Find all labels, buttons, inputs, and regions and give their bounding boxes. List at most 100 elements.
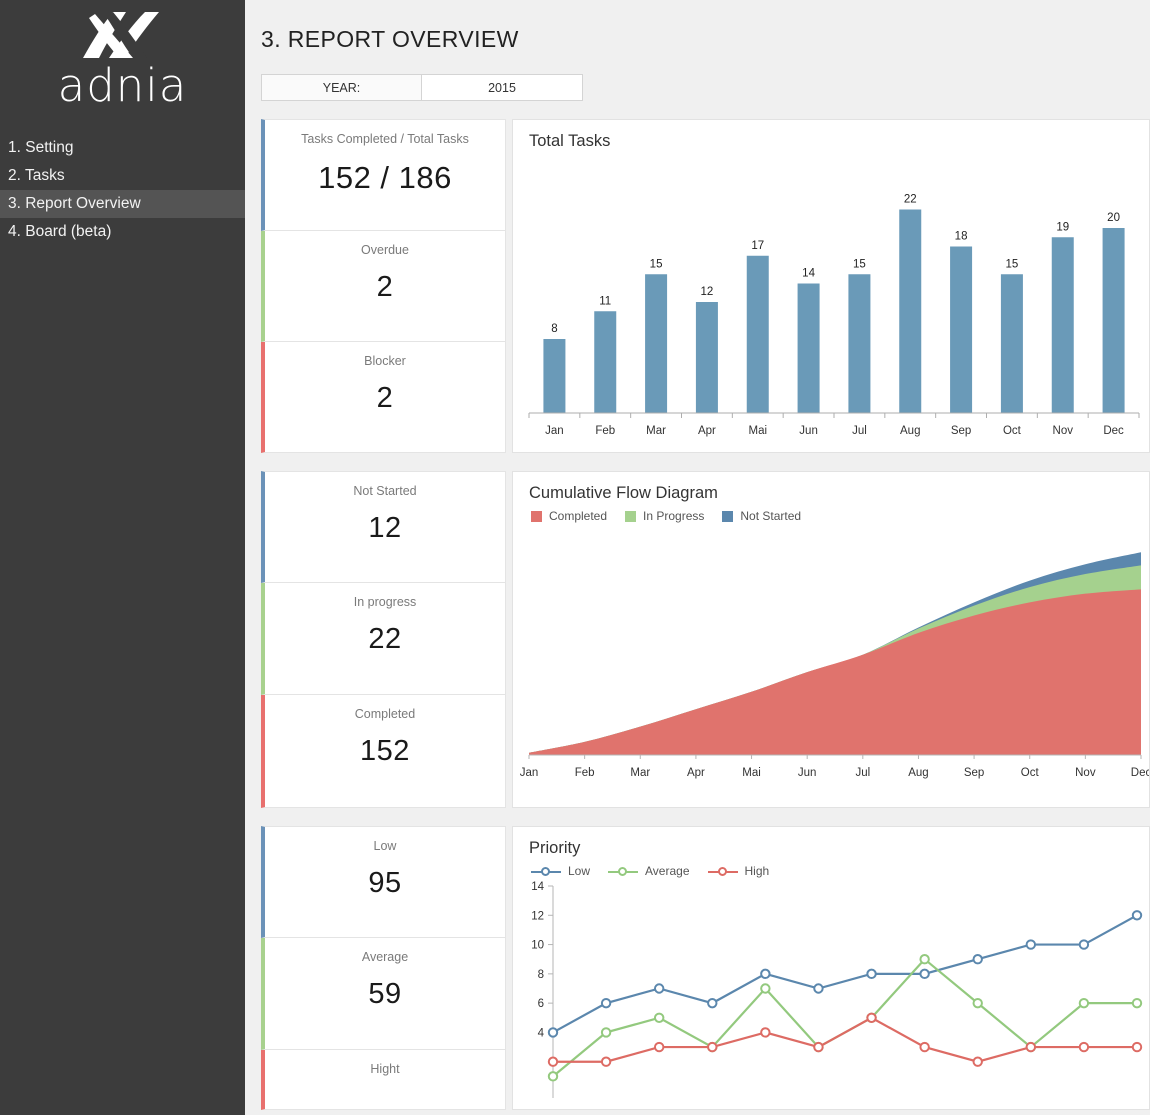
- kpi-label: Blocker: [364, 354, 406, 368]
- y-axis-label: 12: [531, 910, 544, 922]
- bar-value-label: 15: [650, 258, 663, 270]
- x-axis-label: Jan: [545, 425, 564, 437]
- bar: [1000, 274, 1023, 413]
- legend-item-high[interactable]: High: [707, 864, 770, 878]
- year-label: YEAR:: [261, 74, 422, 101]
- data-point-marker: [547, 1027, 559, 1038]
- x-axis-label: Dec: [1103, 425, 1124, 437]
- data-point-marker: [1078, 997, 1090, 1009]
- bar: [899, 209, 922, 413]
- chart-total-tasks: Total Tasks 8 11 15 12 17 14 15 22 18 15 19 20 Jan Fe…: [512, 119, 1150, 453]
- data-point-marker: [1131, 997, 1143, 1009]
- kpi-card-overdue: Overdue 2: [261, 231, 506, 342]
- bar: [543, 339, 566, 413]
- logo: adnia: [0, 0, 245, 112]
- y-axis-label: 10: [531, 940, 544, 952]
- bar: [594, 311, 617, 413]
- kpi-label: Completed: [354, 707, 416, 721]
- x-axis-label: Feb: [595, 425, 615, 437]
- x-axis-label: Mai: [742, 767, 761, 779]
- x-axis-label: Apr: [698, 425, 716, 437]
- legend-line-icon: [531, 866, 561, 877]
- x-axis-label: Sep: [964, 767, 984, 779]
- legend-item-low[interactable]: Low: [531, 864, 590, 878]
- x-axis-label: Jun: [798, 767, 817, 779]
- kpi-column-1: Tasks Completed / Total Tasks 152 / 186 …: [261, 119, 506, 453]
- kpi-card-in-progress: In progress 22: [261, 583, 506, 695]
- data-point-marker: [760, 983, 771, 994]
- kpi-label: Tasks Completed / Total Tasks: [301, 132, 469, 146]
- row-total-tasks: Tasks Completed / Total Tasks 152 / 186 …: [261, 119, 1150, 453]
- x-axis-label: Mai: [748, 425, 767, 437]
- data-point-marker: [972, 954, 983, 965]
- data-point-marker: [919, 1041, 930, 1053]
- x-axis-label: Jan: [520, 767, 539, 779]
- sidebar-item-board[interactable]: 4. Board (beta): [0, 218, 245, 246]
- y-axis-label: 14: [531, 881, 544, 893]
- year-selector: YEAR: 2015: [261, 74, 583, 101]
- data-point-marker: [813, 1041, 824, 1053]
- bar: [645, 274, 668, 413]
- year-input[interactable]: 2015: [422, 74, 583, 101]
- kpi-value: 152: [360, 735, 410, 767]
- sidebar-item-report-overview[interactable]: 3. Report Overview: [0, 190, 245, 218]
- bar: [746, 255, 769, 413]
- data-point-marker: [707, 997, 718, 1009]
- legend-item-not-started[interactable]: Not Started: [722, 509, 801, 523]
- bar-value-label: 12: [701, 286, 714, 298]
- x-axis-label: Apr: [687, 767, 705, 779]
- row-cumulative-flow: Not Started 12 In progress 22 Completed …: [261, 471, 1150, 808]
- logo-text: adnia: [57, 59, 188, 112]
- legend-item-in-progress[interactable]: In Progress: [625, 509, 704, 523]
- bar: [1102, 228, 1125, 413]
- bar-value-label: 11: [599, 295, 611, 307]
- bar-value-label: 14: [802, 268, 815, 280]
- sidebar: adnia 1. Setting 2. Tasks 3. Report Over…: [0, 0, 245, 1115]
- data-point-marker: [1131, 910, 1143, 921]
- row-priority: Low 95 Average 59 Hight Priority Low Ave…: [261, 826, 1150, 1110]
- legend-label: High: [744, 864, 770, 878]
- data-point-marker: [760, 1027, 771, 1038]
- kpi-label: Average: [361, 950, 409, 964]
- kpi-card-tasks-completed: Tasks Completed / Total Tasks 152 / 186: [261, 119, 506, 231]
- data-point-marker: [653, 983, 665, 994]
- kpi-card-average: Average 59: [261, 938, 506, 1050]
- data-point-marker: [760, 968, 771, 980]
- adnia-logo-icon: [82, 12, 159, 58]
- data-point-marker: [1025, 939, 1037, 950]
- y-axis-label: 8: [538, 969, 544, 981]
- bar: [848, 274, 871, 413]
- legend-swatch-icon: [531, 510, 542, 522]
- x-axis-label: Aug: [908, 767, 928, 779]
- x-axis-label: Jul: [855, 767, 870, 779]
- kpi-value: 2: [376, 382, 394, 414]
- legend-swatch-icon: [625, 510, 637, 522]
- bar: [695, 302, 718, 413]
- sidebar-item-setting[interactable]: 1. Setting: [0, 134, 245, 162]
- bar-chart-canvas: 8 11 15 12 17 14 15 22 18 15 19 20 Jan Feb Mar Apr Mai Ju…: [513, 151, 1149, 451]
- kpi-label: Hight: [370, 1062, 400, 1076]
- kpi-value: 2: [376, 271, 394, 303]
- kpi-column-3: Low 95 Average 59 Hight: [261, 826, 506, 1110]
- dashboard-app: adnia 1. Setting 2. Tasks 3. Report Over…: [0, 0, 1150, 1115]
- legend-line-icon: [608, 866, 639, 877]
- data-point-marker: [1078, 939, 1090, 950]
- legend-label: In Progress: [643, 509, 705, 523]
- legend-label: Completed: [549, 509, 608, 523]
- x-axis-label: Oct: [1021, 767, 1040, 779]
- legend-item-completed[interactable]: Completed: [531, 509, 607, 523]
- data-point-marker: [1025, 1041, 1037, 1053]
- bar-value-label: 15: [853, 258, 866, 270]
- legend-swatch-icon: [722, 510, 734, 522]
- x-axis-label: Mar: [646, 425, 666, 437]
- x-axis-label: Mar: [630, 767, 650, 779]
- bar-value-label: 20: [1107, 212, 1120, 224]
- page-title: 3. REPORT OVERVIEW: [261, 26, 519, 52]
- x-axis-label: Jun: [799, 425, 818, 437]
- sidebar-item-tasks[interactable]: 2. Tasks: [0, 162, 245, 190]
- legend-line-icon: [707, 866, 738, 877]
- bar-value-label: 15: [1006, 258, 1019, 270]
- kpi-value: 22: [368, 623, 402, 655]
- kpi-value: 152 / 186: [318, 160, 452, 195]
- legend-item-average[interactable]: Average: [608, 864, 690, 878]
